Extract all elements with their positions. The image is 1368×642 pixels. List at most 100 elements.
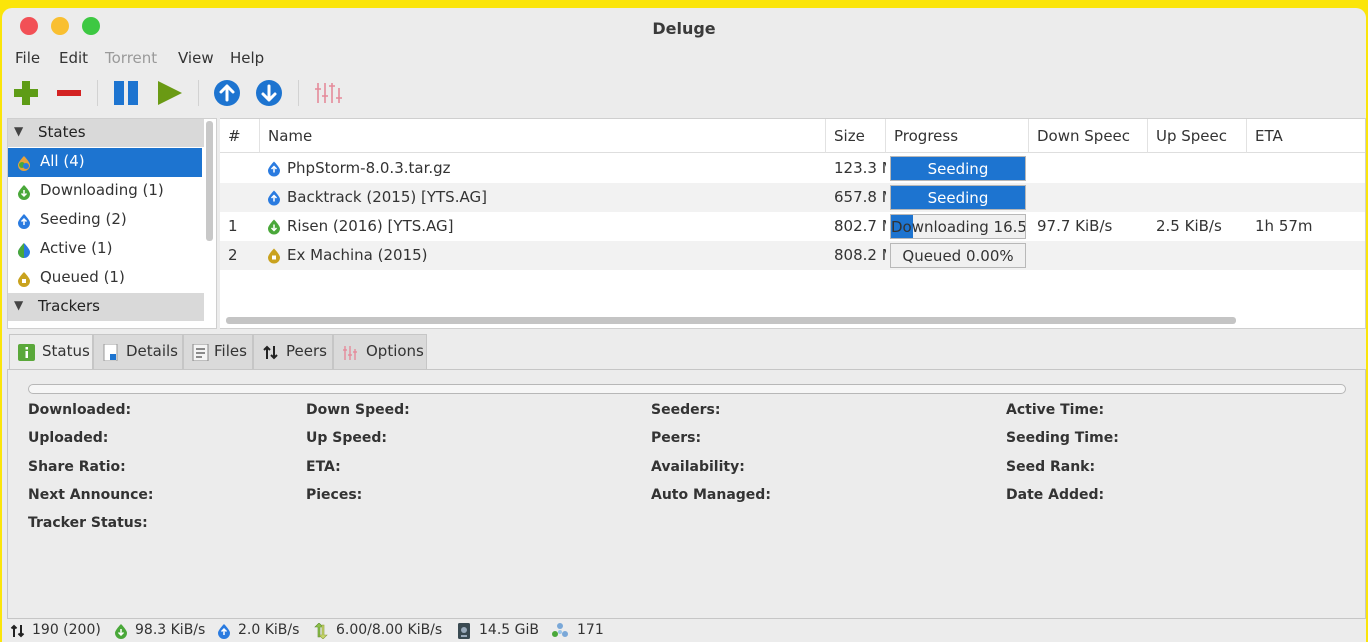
progress-bar: Downloading 16.50% <box>890 214 1026 239</box>
resume-icon <box>158 81 182 105</box>
menu-edit[interactable]: Edit <box>59 49 88 67</box>
tab-label: Peers <box>286 342 327 360</box>
progress-text: Seeding <box>927 160 989 178</box>
toolbar-separator <box>97 80 98 106</box>
toolbar <box>2 76 1366 112</box>
active-icon <box>18 243 30 258</box>
sidebar-item-seeding[interactable]: Seeding (2) <box>8 206 202 235</box>
column-header-down-speed[interactable]: Down Speec <box>1029 119 1148 153</box>
pause-icon <box>114 81 138 105</box>
preferences-button[interactable] <box>312 78 342 108</box>
queue-down-button[interactable] <box>254 78 284 108</box>
pieces-label: Pieces: <box>306 487 363 503</box>
expander-down-icon: ▼ <box>14 298 24 312</box>
queue-down-icon <box>256 80 282 106</box>
torrent-name: Risen (2016) [YTS.AG] <box>287 217 454 235</box>
seed-rank-label: Seed Rank: <box>1006 459 1096 475</box>
torrent-size: 802.7 M <box>834 217 886 235</box>
table-row[interactable]: PhpStorm-8.0.3.tar.gz 123.3 M Seeding <box>220 154 1365 183</box>
progress-bar: Queued 0.00% <box>890 243 1026 268</box>
add-icon <box>14 81 38 105</box>
list-horizontal-scrollbar[interactable] <box>226 317 1236 324</box>
deluge-window: Deluge File Edit Torrent View Help ▼ Sta… <box>2 8 1366 642</box>
free-disk-space[interactable]: 14.5 GiB <box>479 622 539 638</box>
resume-torrent-button[interactable] <box>154 78 184 108</box>
download-speed[interactable]: 98.3 KiB/s <box>135 622 205 638</box>
up-speed: 2.5 KiB/s <box>1156 217 1222 235</box>
eta: 1h 57m <box>1255 217 1313 235</box>
dht-nodes[interactable]: 171 <box>577 622 604 638</box>
states-header[interactable]: ▼ States <box>8 119 204 147</box>
column-header-up-speed[interactable]: Up Speec <box>1148 119 1247 153</box>
menu-torrent[interactable]: Torrent <box>105 49 157 67</box>
protocol-traffic[interactable]: 6.00/8.00 KiB/s <box>336 622 442 638</box>
protocol-traffic-icon <box>314 623 328 639</box>
eta-label: ETA: <box>306 459 341 475</box>
tab-details[interactable]: Details <box>93 334 183 369</box>
tracker-status-label: Tracker Status: <box>28 515 148 531</box>
peers-icon <box>263 345 278 360</box>
upload-speed[interactable]: 2.0 KiB/s <box>238 622 299 638</box>
queued-icon <box>18 272 30 287</box>
trackers-header[interactable]: ▼ Trackers <box>8 293 204 321</box>
sidebar-item-label: Active (1) <box>40 239 113 257</box>
queue-up-button[interactable] <box>212 78 242 108</box>
status-bar: 190 (200) 98.3 KiB/s 2.0 KiB/s 6.00/8.00… <box>2 620 1366 642</box>
tab-status[interactable]: Status <box>9 334 93 371</box>
table-row[interactable]: Backtrack (2015) [YTS.AG] 657.8 M Seedin… <box>220 183 1365 212</box>
tab-label: Files <box>214 342 247 360</box>
table-row[interactable]: 1 Risen (2016) [YTS.AG] 802.7 M Download… <box>220 212 1365 241</box>
availability-label: Availability: <box>651 459 745 475</box>
torrent-size: 808.2 M <box>834 246 886 264</box>
seeding-time-label: Seeding Time: <box>1006 430 1119 446</box>
expander-down-icon: ▼ <box>14 124 24 138</box>
pause-torrent-button[interactable] <box>111 78 141 108</box>
states-header-label: States <box>38 123 86 141</box>
tab-files[interactable]: Files <box>183 334 253 369</box>
column-header-progress[interactable]: Progress <box>886 119 1029 153</box>
title-bar: Deluge <box>2 8 1366 48</box>
auto-managed-label: Auto Managed: <box>651 487 771 503</box>
column-header-number[interactable]: # <box>220 119 260 153</box>
column-header-size[interactable]: Size <box>826 119 886 153</box>
window-title: Deluge <box>652 19 716 38</box>
progress-bar: Seeding <box>890 185 1026 210</box>
overall-progress-bar <box>28 384 1346 394</box>
column-header-name[interactable]: Name <box>260 119 826 153</box>
dht-network-icon <box>552 623 568 637</box>
tab-peers[interactable]: Peers <box>253 334 333 369</box>
download-speed-icon <box>115 624 127 639</box>
up-speed-label: Up Speed: <box>306 430 387 446</box>
progress-text: Downloading 16.50% <box>891 218 1026 236</box>
seeding-icon <box>268 190 280 206</box>
downloading-icon <box>268 219 280 235</box>
progress-text: Seeding <box>927 189 989 207</box>
tab-options[interactable]: Options <box>333 334 427 369</box>
column-header-eta[interactable]: ETA <box>1247 119 1365 153</box>
sidebar-item-active[interactable]: Active (1) <box>8 235 202 264</box>
torrent-size: 123.3 M <box>834 159 886 177</box>
sidebar-item-downloading[interactable]: Downloading (1) <box>8 177 202 206</box>
add-torrent-button[interactable] <box>11 78 41 108</box>
sidebar-scrollbar[interactable] <box>206 121 213 241</box>
peers-label: Peers: <box>651 430 702 446</box>
menu-help[interactable]: Help <box>230 49 264 67</box>
tab-label: Details <box>126 342 179 360</box>
disk-space-icon <box>458 623 470 639</box>
sidebar-item-label: All (4) <box>40 152 85 170</box>
torrent-name: Backtrack (2015) [YTS.AG] <box>287 188 487 206</box>
sidebar-item-queued[interactable]: Queued (1) <box>8 264 202 293</box>
down-speed: 97.7 KiB/s <box>1037 217 1113 235</box>
sidebar-item-all[interactable]: All (4) <box>8 148 202 177</box>
progress-bar: Seeding <box>890 156 1026 181</box>
menu-view[interactable]: View <box>178 49 214 67</box>
remove-torrent-button[interactable] <box>54 78 84 108</box>
torrent-size: 657.8 M <box>834 188 886 206</box>
table-row[interactable]: 2 Ex Machina (2015) 808.2 M Queued 0.00% <box>220 241 1365 270</box>
menu-file[interactable]: File <box>15 49 40 67</box>
status-panel: Downloaded: Uploaded: Share Ratio: Next … <box>7 369 1366 619</box>
connections-count[interactable]: 190 (200) <box>32 622 101 638</box>
connections-icon <box>10 624 25 638</box>
down-speed-label: Down Speed: <box>306 402 410 418</box>
options-icon <box>343 346 357 360</box>
